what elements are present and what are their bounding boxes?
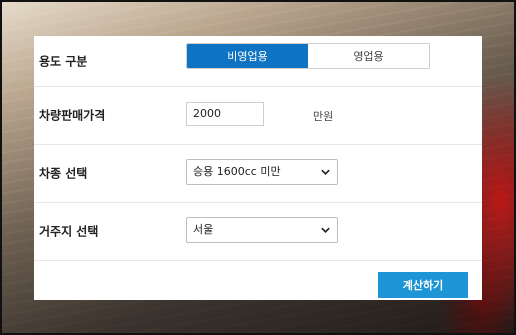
residence-selected-value: 서울 (193, 223, 214, 236)
residence-label: 거주지 선택 (39, 224, 99, 239)
usage-label: 용도 구분 (39, 54, 88, 69)
price-label: 차량판매가격 (39, 108, 106, 123)
calculate-button[interactable]: 계산하기 (378, 272, 468, 298)
car-type-selected-value: 승용 1600cc 미만 (193, 165, 281, 178)
usage-row: 용도 구분 비영업용 영업용 (34, 36, 482, 87)
chevron-down-icon (321, 169, 330, 176)
price-unit: 만원 (313, 110, 334, 123)
residence-select[interactable]: 서울 (186, 217, 338, 243)
usage-option-noncommercial[interactable]: 비영업용 (187, 44, 308, 68)
car-type-select[interactable]: 승용 1600cc 미만 (186, 159, 338, 185)
usage-segmented-control: 비영업용 영업용 (186, 43, 430, 69)
car-type-label: 차종 선택 (39, 166, 88, 181)
tax-calculator-form: 용도 구분 비영업용 영업용 차량판매가격 2000 만원 차종 선택 승용 1… (34, 36, 482, 300)
car-type-row: 차종 선택 승용 1600cc 미만 (34, 144, 482, 203)
residence-row: 거주지 선택 서울 (34, 202, 482, 261)
price-row: 차량판매가격 2000 만원 (34, 86, 482, 145)
chevron-down-icon (321, 227, 330, 234)
usage-option-commercial[interactable]: 영업용 (308, 44, 429, 68)
price-input[interactable]: 2000 (186, 102, 264, 126)
